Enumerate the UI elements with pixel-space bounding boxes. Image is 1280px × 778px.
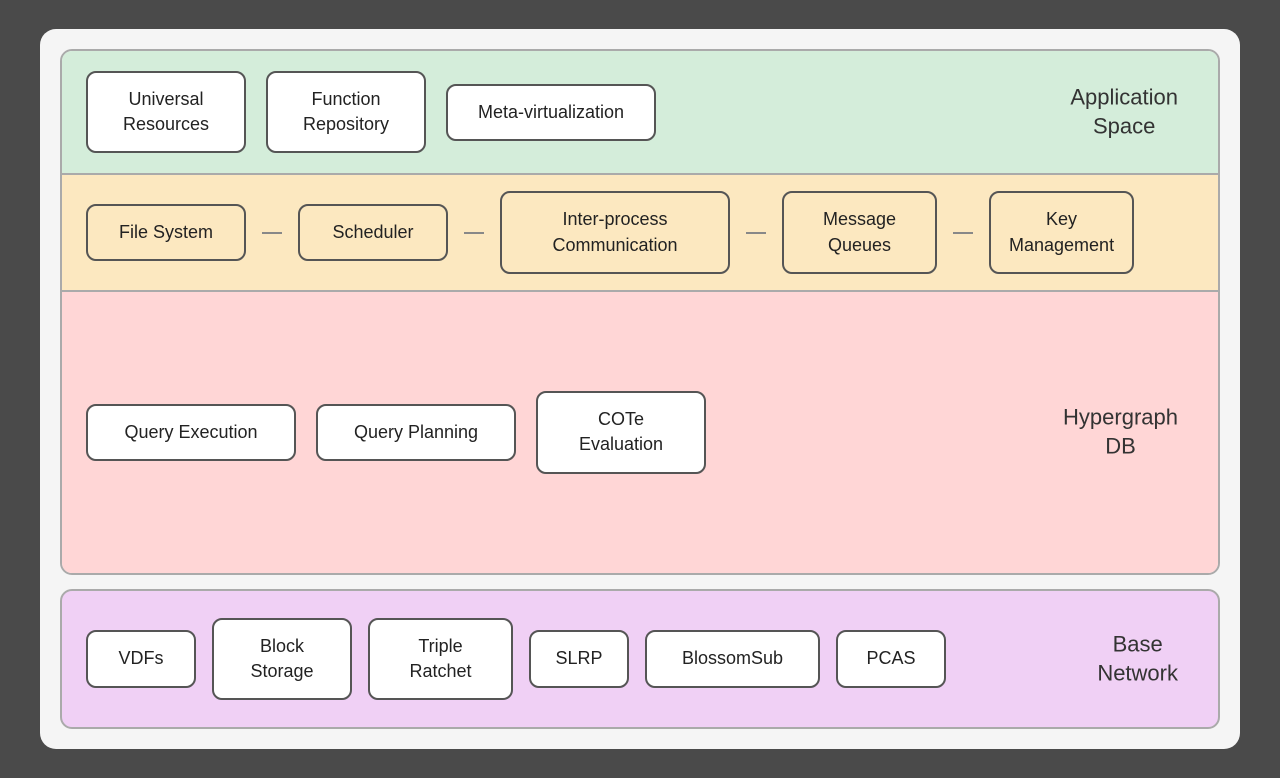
file-system-box: File System (86, 204, 246, 261)
connector-4 (953, 232, 973, 234)
hypergraph-label: HypergraphDB (1063, 404, 1178, 461)
scheduler-box: Scheduler (298, 204, 448, 261)
hypergraph-layer: Query Execution Query Planning COTeEvalu… (62, 292, 1218, 573)
ipc-box: Inter-processCommunication (500, 191, 730, 273)
cote-evaluation-box: COTeEvaluation (536, 391, 706, 473)
connector-3 (746, 232, 766, 234)
vdfs-box: VDFs (86, 630, 196, 687)
app-space-layer: UniversalResources FunctionRepository Me… (62, 51, 1218, 175)
meta-virtualization-box: Meta-virtualization (446, 84, 656, 141)
query-execution-box: Query Execution (86, 404, 296, 461)
connector-2 (464, 232, 484, 234)
app-space-label: ApplicationSpace (1070, 84, 1178, 141)
block-storage-box: BlockStorage (212, 618, 352, 700)
top-section: UniversalResources FunctionRepository Me… (60, 49, 1220, 575)
function-repository-box: FunctionRepository (266, 71, 426, 153)
triple-ratchet-box: TripleRatchet (368, 618, 513, 700)
slrp-box: SLRP (529, 630, 629, 687)
query-planning-box: Query Planning (316, 404, 516, 461)
blossomsub-box: BlossomSub (645, 630, 820, 687)
main-diagram: UniversalResources FunctionRepository Me… (40, 29, 1240, 749)
universal-resources-box: UniversalResources (86, 71, 246, 153)
message-queues-box: MessageQueues (782, 191, 937, 273)
connector-1 (262, 232, 282, 234)
pcas-box: PCAS (836, 630, 946, 687)
os-layer: File System Scheduler Inter-processCommu… (62, 175, 1218, 291)
base-network-label: BaseNetwork (1097, 630, 1178, 687)
base-network-layer: VDFs BlockStorage TripleRatchet SLRP Blo… (60, 589, 1220, 729)
key-management-box: KeyManagement (989, 191, 1134, 273)
